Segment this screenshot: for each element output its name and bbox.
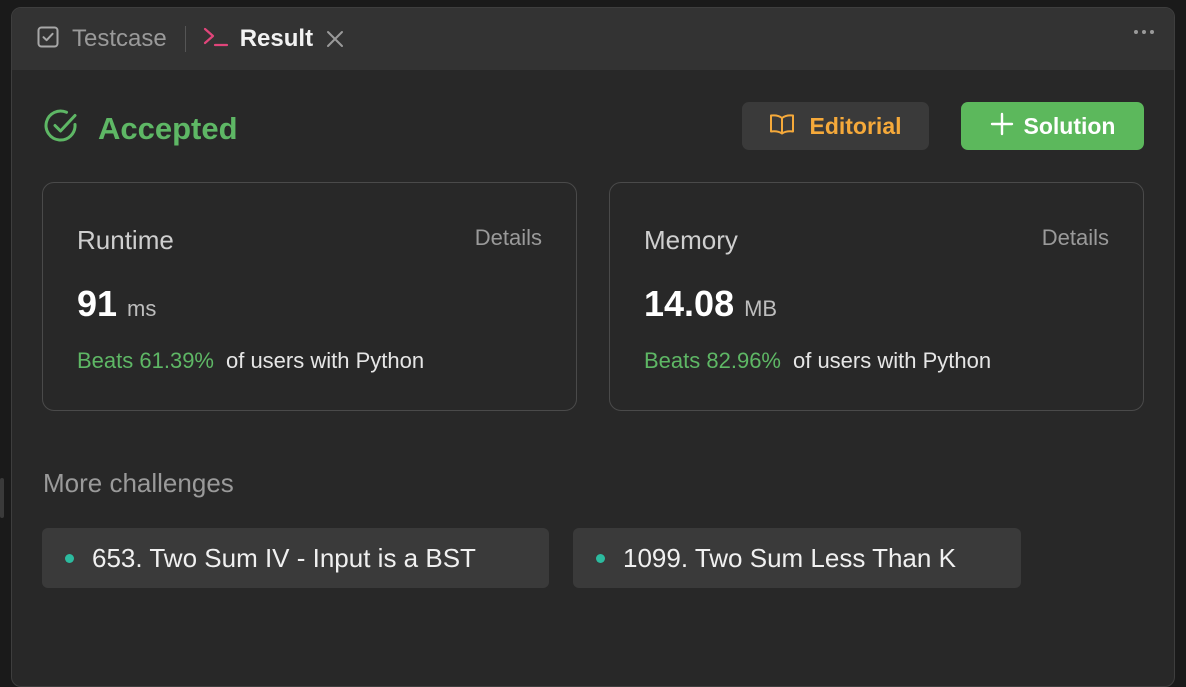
terminal-prompt-icon (202, 25, 230, 54)
editorial-button[interactable]: Editorial (742, 102, 929, 150)
memory-beats: Beats 82.96% (644, 348, 781, 373)
runtime-beats-row: Beats 61.39% of users with Python (77, 348, 424, 374)
tab-result[interactable]: Result (202, 8, 313, 70)
tab-result-label: Result (239, 25, 314, 52)
runtime-value-row: 91 ms (77, 283, 156, 325)
memory-title: Memory (644, 225, 738, 255)
plus-icon (990, 112, 1014, 141)
more-horizontal-icon[interactable] (1134, 30, 1154, 34)
add-solution-button[interactable]: Solution (961, 102, 1144, 150)
editorial-label: Editorial (809, 112, 902, 139)
close-icon[interactable] (325, 29, 345, 49)
runtime-card: Runtime Details 91 ms Beats 61.39% of us… (42, 182, 577, 411)
difficulty-dot-icon (596, 553, 605, 563)
memory-value: 14.08 (644, 283, 735, 324)
solution-label: Solution (1023, 112, 1116, 139)
challenge-item[interactable]: 653. Two Sum IV - Input is a BST (42, 528, 549, 588)
status-row: Accepted (44, 108, 238, 149)
runtime-beats: Beats 61.39% (77, 348, 214, 373)
challenge-item[interactable]: 1099. Two Sum Less Than K (573, 528, 1021, 588)
runtime-beats-rest: of users with Python (225, 348, 425, 373)
memory-card: Memory Details 14.08 MB Beats 82.96% of … (609, 182, 1144, 411)
checkbox-icon (36, 25, 60, 54)
check-circle-icon (44, 108, 80, 149)
challenge-label: 1099. Two Sum Less Than K (623, 542, 956, 573)
memory-details-link[interactable]: Details (1042, 225, 1109, 251)
result-panel: Testcase Result Accepted Editorial Solut… (11, 7, 1175, 687)
tab-testcase[interactable]: Testcase (36, 8, 167, 70)
runtime-value: 91 (77, 283, 118, 324)
challenge-label: 653. Two Sum IV - Input is a BST (92, 542, 476, 573)
tab-testcase-label: Testcase (72, 25, 167, 52)
more-challenges-title: More challenges (43, 468, 234, 498)
resize-handle[interactable] (0, 478, 4, 518)
tab-divider (184, 26, 186, 52)
tab-bar: Testcase Result (12, 8, 1174, 70)
difficulty-dot-icon (65, 553, 74, 563)
memory-unit: MB (744, 296, 778, 321)
memory-beats-row: Beats 82.96% of users with Python (644, 348, 991, 374)
memory-value-row: 14.08 MB (644, 283, 777, 325)
status-text: Accepted (98, 110, 238, 146)
runtime-unit: ms (127, 296, 157, 321)
memory-beats-rest: of users with Python (792, 348, 992, 373)
runtime-details-link[interactable]: Details (475, 225, 542, 251)
book-open-icon (769, 113, 795, 140)
runtime-title: Runtime (77, 225, 174, 255)
